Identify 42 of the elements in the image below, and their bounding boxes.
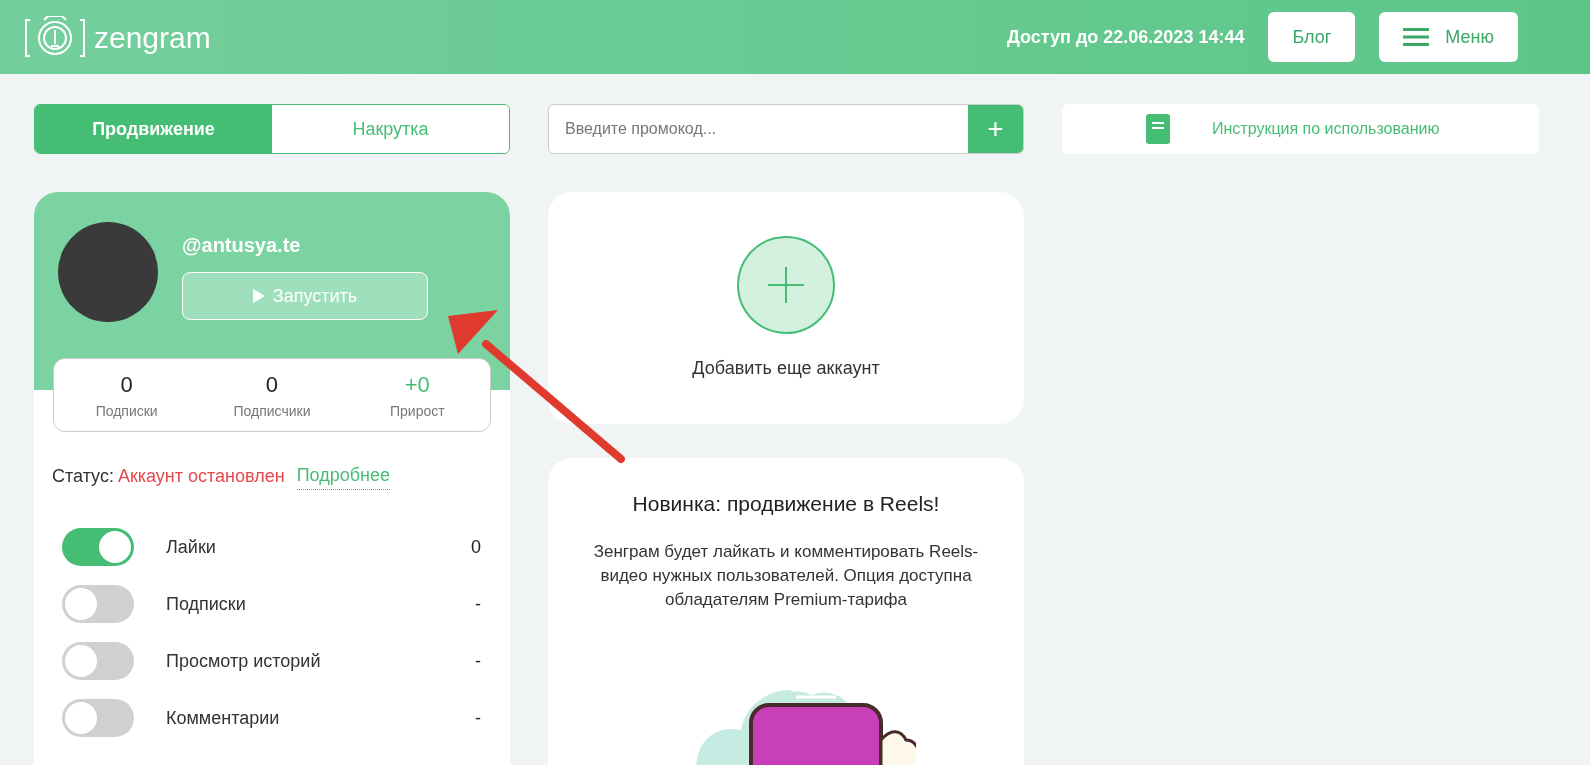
logo-text: zengram [94,19,211,56]
stat-label: Подписчики [233,402,311,421]
promo-input[interactable]: Введите промокод... [549,105,968,153]
option-label: Подписки [166,592,246,616]
instructions-button[interactable]: Инструкция по использованию [1062,104,1539,154]
option-count: - [475,592,481,616]
tab[interactable]: Накрутка [272,105,509,153]
toggle-switch[interactable] [62,642,134,680]
play-icon [252,289,265,303]
menu-icon [1403,27,1430,47]
stat-value: 0 [265,371,279,399]
stat-label: Прирост [390,402,445,421]
book-icon [1146,114,1170,144]
add-account-label: Добавить еще аккаунт [692,356,880,380]
username: @antusya.te [182,233,302,258]
details-link[interactable]: Подробнее [296,462,391,490]
menu-button[interactable]: Меню [1379,12,1518,62]
stat-value: 0 [120,371,133,399]
option-count: - [475,649,481,673]
add-promo-button[interactable]: + [968,105,1023,153]
start-button[interactable]: Запустить [182,272,428,320]
toggle-switch[interactable] [62,699,134,737]
option-count: - [475,706,481,730]
option-label: Лайки [166,535,216,559]
option-label: Комментарии [166,706,280,730]
plus-circle-icon [736,234,836,335]
news-text: Зенграм будет лайкать и комментировать Reels-видео нужных пользователей. Опция доступна обладателям Premium-тарифа [593,540,979,611]
status-value: Аккаунт остановлен [117,464,285,488]
blog-button[interactable]: Блог [1268,12,1356,62]
toggle-switch[interactable] [62,528,134,566]
option-count: 0 [471,535,481,559]
stat-value: +0 [404,371,430,399]
status-label: Статус: [52,464,114,488]
option-label: Просмотр историй [166,649,321,673]
access-text: Доступ до 22.06.2023 14:44 [1006,25,1245,49]
news-title: Новинка: продвижение в Reels! [632,491,940,517]
camera-logo-icon [24,16,86,58]
toggle-switch[interactable] [62,585,134,623]
stat-label: Подписки [95,402,158,421]
tab[interactable]: Продвижение [35,105,272,153]
promo-field[interactable]: Введите промокод... + [548,104,1024,154]
add-account-card[interactable]: Добавить еще аккаунт [548,192,1024,424]
